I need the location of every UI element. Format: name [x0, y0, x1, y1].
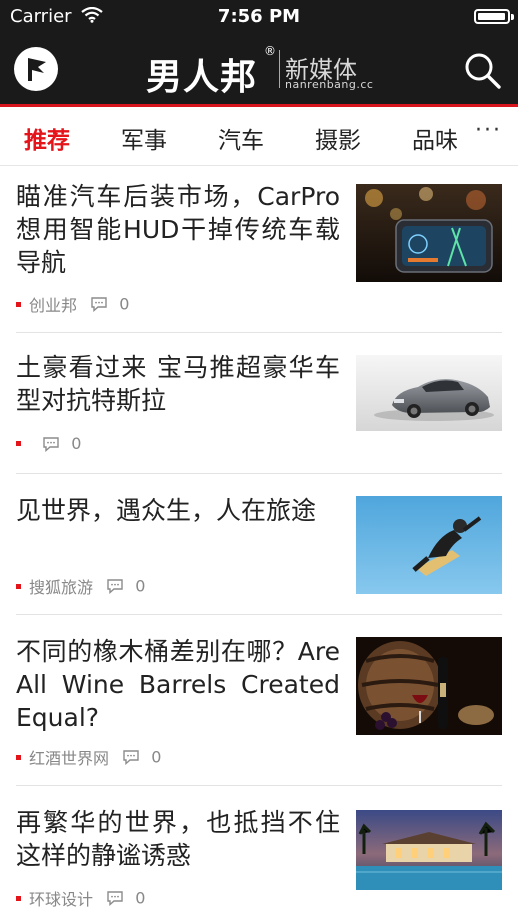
tab-photography[interactable]: 摄影: [315, 121, 361, 155]
source-marker: [16, 301, 21, 307]
article-thumbnail[interactable]: [356, 496, 502, 594]
article-meta: 创业邦 0: [16, 292, 130, 315]
tab-taste[interactable]: 品味: [412, 121, 458, 155]
more-tabs-button[interactable]: ···: [475, 118, 502, 143]
article-thumbnail[interactable]: [356, 637, 502, 735]
logo-divider: [279, 50, 280, 88]
comment-count: 0: [151, 747, 162, 767]
category-tabs: 推荐 军事 汽车 摄影 品味 ···: [0, 107, 518, 166]
search-button[interactable]: [462, 50, 502, 90]
battery-icon: [474, 9, 514, 24]
search-icon: [465, 53, 501, 89]
snowboarder-image: [356, 496, 502, 594]
status-bar: Carrier 7:56 PM: [0, 0, 518, 34]
article-item[interactable]: 土豪看过来 宝马推超豪华车型对抗特斯拉 0: [16, 333, 502, 474]
comment-icon: [43, 436, 59, 452]
article-source: 创业邦: [29, 296, 78, 315]
article-title[interactable]: 再繁华的世界，也抵挡不住这样的静谧诱惑: [16, 806, 340, 872]
article-thumbnail[interactable]: [356, 355, 502, 431]
article-title[interactable]: 瞄准汽车后装市场，CarPro想用智能HUD干掉传统车载导航: [16, 180, 340, 279]
article-item[interactable]: 不同的橡木桶差别在哪？Are All Wine Barrels Created …: [16, 615, 502, 786]
app-header: 男人邦 ® 新媒体 nanrenbang.cc: [0, 34, 518, 107]
logo-url: nanrenbang.cc: [285, 78, 374, 91]
tab-military[interactable]: 军事: [121, 121, 167, 155]
tab-cars[interactable]: 汽车: [218, 121, 264, 155]
article-meta: 搜狐旅游 0: [16, 574, 146, 597]
logo-registered: ®: [264, 44, 276, 58]
comment-icon: [91, 297, 107, 312]
comment-icon: [123, 750, 139, 765]
source-marker: [16, 895, 21, 901]
article-meta: 红酒世界网 0: [16, 745, 162, 768]
tab-recommended[interactable]: 推荐: [24, 121, 70, 155]
comment-count: 0: [135, 576, 146, 596]
source-marker: [16, 754, 21, 760]
comment-icon: [107, 891, 123, 906]
article-title[interactable]: 不同的橡木桶差别在哪？Are All Wine Barrels Created …: [16, 635, 340, 734]
source-marker: [16, 441, 21, 446]
hud-dashboard-image: [356, 184, 502, 282]
car-image: [356, 355, 502, 431]
logo-main: 男人邦: [146, 57, 258, 98]
comment-icon: [107, 579, 123, 594]
article-source: 红酒世界网: [29, 749, 110, 768]
article-item[interactable]: 见世界，遇众生，人在旅途 搜狐旅游 0: [16, 474, 502, 615]
article-thumbnail[interactable]: [356, 810, 502, 890]
article-source: 搜狐旅游: [29, 578, 94, 597]
article-meta: 0: [16, 433, 81, 453]
source-marker: [16, 583, 21, 589]
comment-count: 0: [119, 294, 130, 314]
comment-count: 0: [135, 888, 146, 908]
article-source: 环球设计: [29, 890, 94, 909]
clock: 7:56 PM: [217, 6, 301, 27]
flag-button[interactable]: [14, 47, 58, 91]
article-item[interactable]: 再繁华的世界，也抵挡不住这样的静谧诱惑 环球设计 0: [16, 786, 502, 920]
article-item[interactable]: 瞄准汽车后装市场，CarPro想用智能HUD干掉传统车载导航 创业邦 0: [16, 166, 502, 333]
resort-image: [356, 810, 502, 890]
article-title[interactable]: 土豪看过来 宝马推超豪华车型对抗特斯拉: [16, 351, 340, 417]
comment-count: 0: [71, 434, 82, 453]
flag-icon: [28, 58, 46, 81]
article-thumbnail[interactable]: [356, 184, 502, 282]
article-meta: 环球设计 0: [16, 886, 146, 909]
wine-barrel-image: [356, 637, 502, 735]
article-title[interactable]: 见世界，遇众生，人在旅途: [16, 494, 340, 527]
